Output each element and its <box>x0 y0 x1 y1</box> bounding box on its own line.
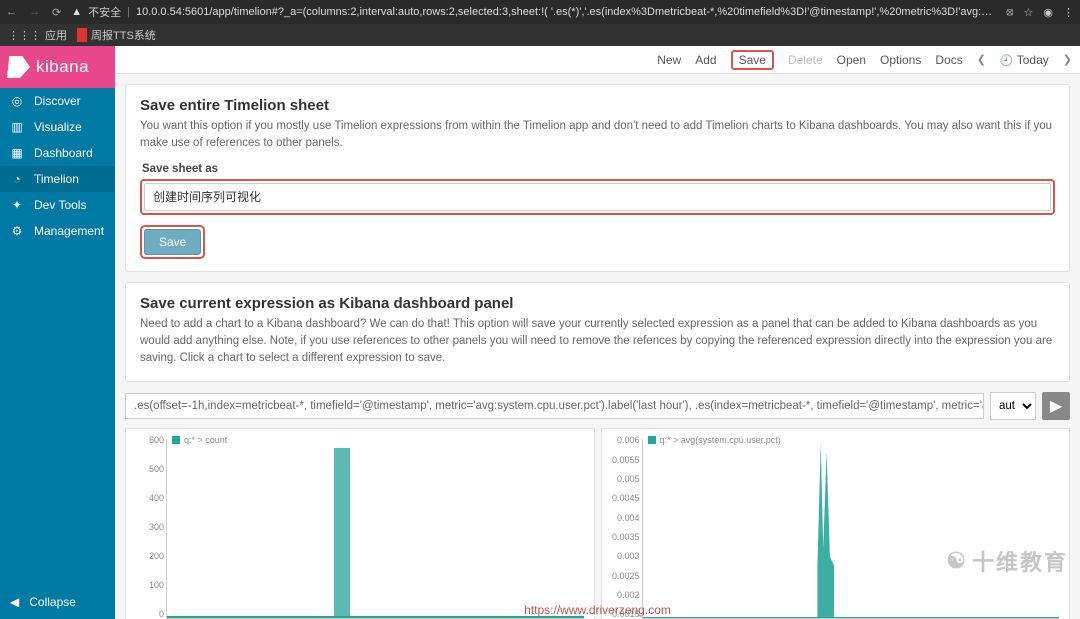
save-expression-title: Save current expression as Kibana dashbo… <box>140 295 1055 312</box>
compass-icon: ◎ <box>10 94 24 108</box>
chart-1-yaxis: 6005004003002001000 <box>130 435 164 619</box>
insecure-icon: ▲ <box>71 6 82 18</box>
delete-button[interactable]: Delete <box>788 53 823 67</box>
chart-grid: q:* > count 6005004003002001000 00:0002:… <box>115 428 1080 619</box>
back-icon[interactable]: ← <box>6 6 17 19</box>
play-button[interactable]: ▶ <box>1042 392 1070 420</box>
save-sheet-label: Save sheet as <box>142 163 1055 175</box>
play-icon: ▶ <box>1050 396 1062 416</box>
gear-icon: ⚙ <box>10 224 24 238</box>
chart-1[interactable]: q:* > count 6005004003002001000 00:0002:… <box>125 428 595 619</box>
open-button[interactable]: Open <box>837 53 866 67</box>
expression-row: .es(offset=-1h,index=metricbeat-*, timef… <box>125 392 1070 420</box>
docs-button[interactable]: Docs <box>935 53 962 67</box>
brand-text: kibana <box>36 57 89 77</box>
options-button[interactable]: Options <box>880 53 921 67</box>
save-sheet-input[interactable] <box>144 183 1051 211</box>
url-watermark: https://www.driverzeng.com <box>524 603 671 617</box>
sidebar-item-management[interactable]: ⚙Management <box>0 218 115 244</box>
save-sheet-submit[interactable]: Save <box>144 229 201 255</box>
chart-2-plot <box>642 439 1060 619</box>
browser-address-bar: ← → ⟳ ▲ 不安全 | 10.0.0.54:5601/app/timelio… <box>0 0 1080 24</box>
expression-input[interactable]: .es(offset=-1h,index=metricbeat-*, timef… <box>125 393 984 419</box>
dashboard-icon: ▦ <box>10 146 24 160</box>
bar-chart-icon: ▥ <box>10 120 24 134</box>
brand-logo[interactable]: kibana <box>0 46 115 88</box>
translate-icon[interactable]: ⦻ <box>1006 6 1013 19</box>
kibana-logo-icon <box>7 56 31 78</box>
save-sheet-panel: Save entire Timelion sheet You want this… <box>125 84 1070 272</box>
new-button[interactable]: New <box>657 53 681 67</box>
save-sheet-desc: You want this option if you mostly use T… <box>140 118 1055 153</box>
timelion-icon: ◔ <box>10 172 24 186</box>
bookmark-item[interactable]: 周报TTS系统 <box>77 27 156 43</box>
sidebar-collapse[interactable]: ◀Collapse <box>0 585 115 619</box>
main-content: New Add Save Delete Open Options Docs ❮ … <box>115 46 1080 619</box>
bookmark-star-icon[interactable]: ☆ <box>1024 6 1034 19</box>
sidebar-item-dashboard[interactable]: ▦Dashboard <box>0 140 115 166</box>
save-button[interactable]: Save <box>731 50 774 70</box>
chart-2-yaxis: 0.0060.00550.0050.00450.0040.00350.0030.… <box>606 435 640 619</box>
sidebar-item-timelion[interactable]: ◔Timelion <box>0 166 115 192</box>
security-label: 不安全 <box>88 4 121 20</box>
time-next-icon[interactable]: ❯ <box>1063 53 1072 66</box>
watermark: ☯十维教育 <box>946 545 1068 577</box>
time-prev-icon[interactable]: ❮ <box>977 53 986 66</box>
url-text[interactable]: 10.0.0.54:5601/app/timelion#?_a=(columns… <box>136 6 996 18</box>
wechat-icon: ☯ <box>946 548 968 574</box>
collapse-icon: ◀ <box>10 595 19 609</box>
interval-select[interactable]: auto <box>990 392 1036 420</box>
reload-icon[interactable]: ⟳ <box>52 6 61 19</box>
save-sheet-title: Save entire Timelion sheet <box>140 97 1055 114</box>
save-expression-panel: Save current expression as Kibana dashbo… <box>125 282 1070 383</box>
sidebar-item-devtools[interactable]: ✦Dev Tools <box>0 192 115 218</box>
add-button[interactable]: Add <box>695 53 716 67</box>
time-picker[interactable]: 🕘 Today <box>1000 53 1049 67</box>
forward-icon[interactable]: → <box>29 6 40 19</box>
bookmark-favicon <box>77 28 87 42</box>
sidebar-item-discover[interactable]: ◎Discover <box>0 88 115 114</box>
toolbar: New Add Save Delete Open Options Docs ❮ … <box>115 46 1080 74</box>
wrench-icon: ✦ <box>10 198 24 212</box>
menu-icon[interactable]: ⋮ <box>1063 6 1074 19</box>
chart-1-plot <box>166 439 584 619</box>
apps-shortcut[interactable]: ⋮⋮⋮应用 <box>8 27 67 43</box>
profile-icon[interactable]: ◉ <box>1043 6 1053 19</box>
bookmark-bar: ⋮⋮⋮应用 周报TTS系统 <box>0 24 1080 46</box>
save-expression-desc: Need to add a chart to a Kibana dashboar… <box>140 316 1055 368</box>
sidebar: kibana ◎Discover ▥Visualize ▦Dashboard ◔… <box>0 46 115 619</box>
chart-2[interactable]: q:* > avg(system.cpu.user.pct) 0.0060.00… <box>601 428 1071 619</box>
clock-icon: 🕘 <box>1000 55 1014 67</box>
sidebar-item-visualize[interactable]: ▥Visualize <box>0 114 115 140</box>
